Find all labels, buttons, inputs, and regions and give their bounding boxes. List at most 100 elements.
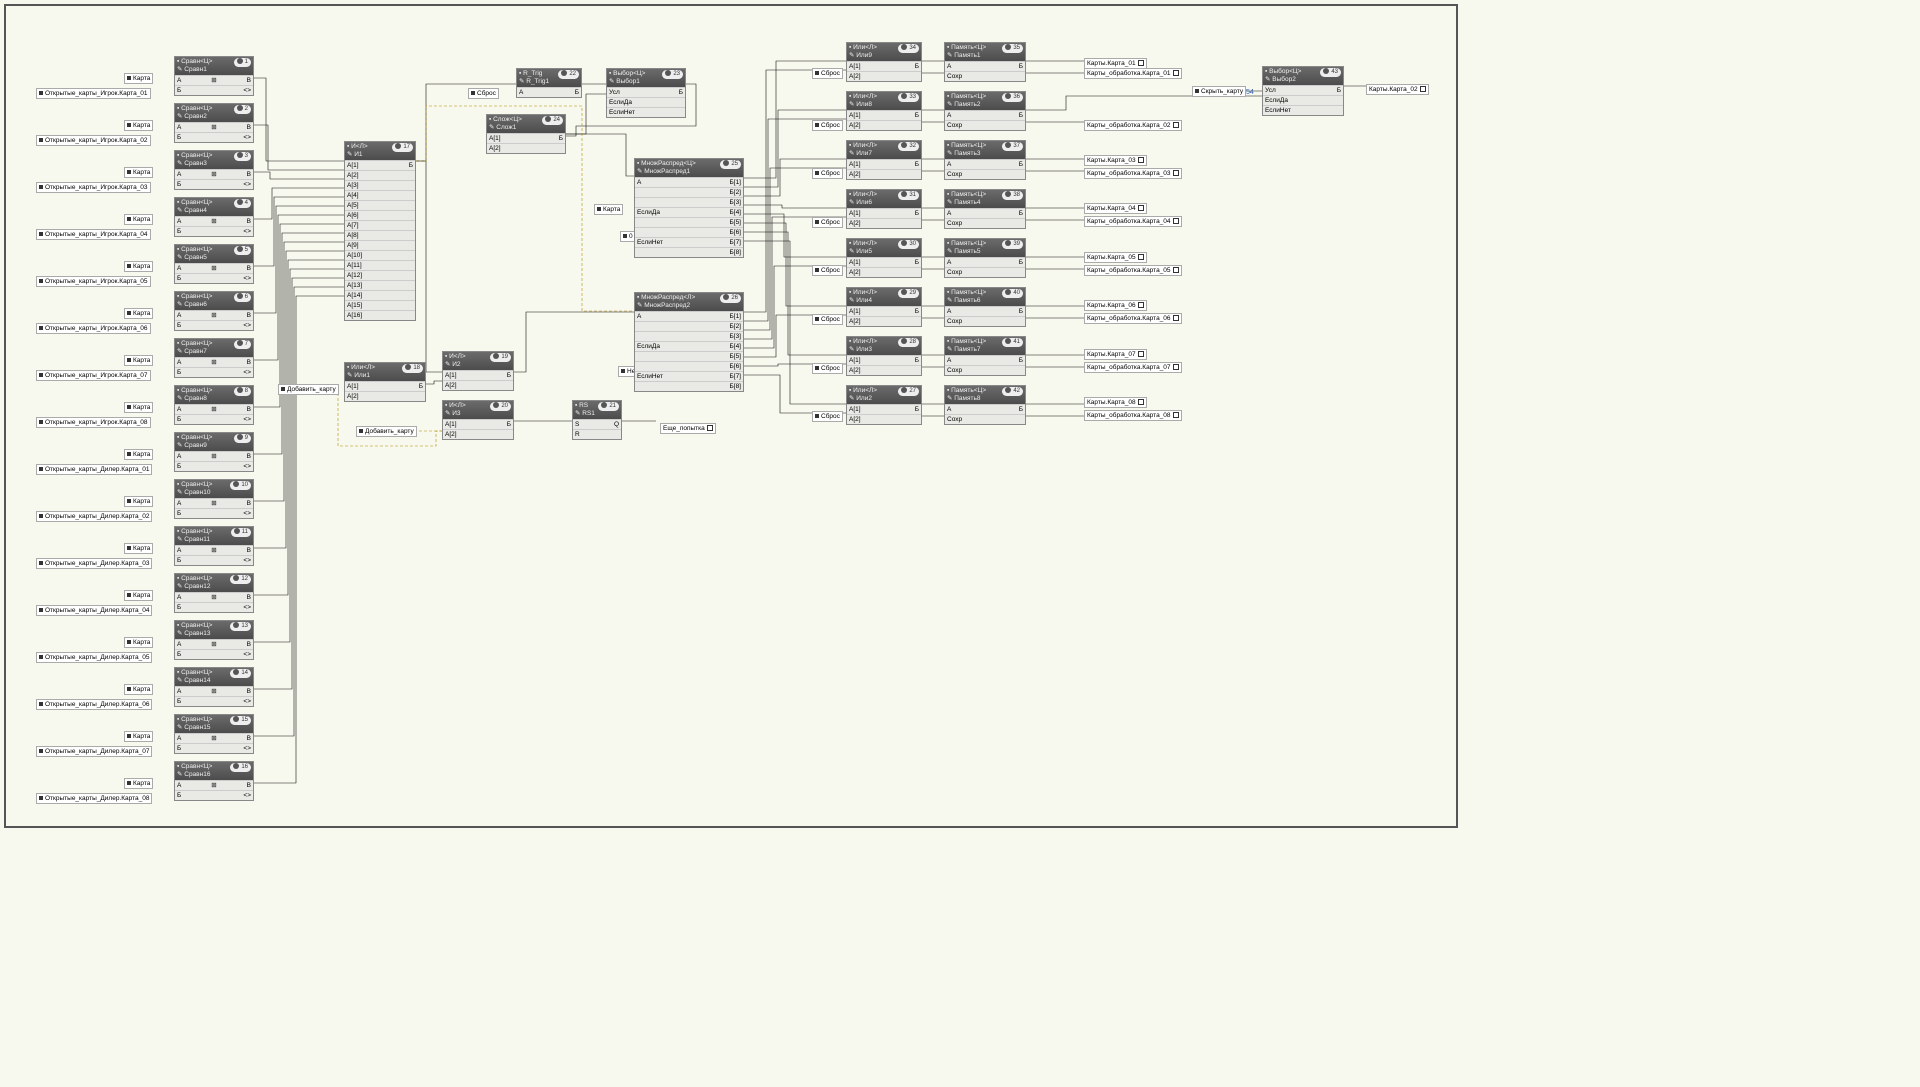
node-port-row: Б<> xyxy=(175,132,253,142)
node-Память2[interactable]: ▪ Память<Ц>✎ Память236АБСохр xyxy=(944,91,1026,131)
node-Или4[interactable]: ▪ Или<Л>✎ Или429А[1]БА[2] xyxy=(846,287,922,327)
node-port-row: А⊞В xyxy=(175,780,253,790)
node-port-row: А[13] xyxy=(345,280,415,290)
tag-t-karta7: Карта xyxy=(124,355,153,366)
node-Сравн6[interactable]: ▪ Сравн<Ц>✎ Сравн66А⊞ВБ<> xyxy=(174,291,254,331)
node-id-badge: 41 xyxy=(1002,338,1023,347)
node-Память5[interactable]: ▪ Память<Ц>✎ Память539АБСохр xyxy=(944,238,1026,278)
tag-t-okd3: Открытые_карты_Дилер.Карта_03 xyxy=(36,558,152,569)
tag-t-karta12: Карта xyxy=(124,590,153,601)
node-id-badge: 29 xyxy=(898,289,919,298)
node-RS1[interactable]: ▪ RS✎ RS121SQR xyxy=(572,400,622,440)
tag-t-ok4: Открытые_карты_Игрок.Карта_04 xyxy=(36,229,151,240)
node-Сравн5[interactable]: ▪ Сравн<Ц>✎ Сравн55А⊞ВБ<> xyxy=(174,244,254,284)
node-id-badge: 14 xyxy=(230,669,251,678)
node-Слож1[interactable]: ▪ Слож<Ц>✎ Слож124А[1]БА[2] xyxy=(486,114,566,154)
node-header: ▪ Память<Ц>✎ Память337 xyxy=(945,141,1025,159)
node-port-row: Сохр xyxy=(945,316,1025,326)
node-Сравн12[interactable]: ▪ Сравн<Ц>✎ Сравн1212А⊞ВБ<> xyxy=(174,573,254,613)
node-Сравн11[interactable]: ▪ Сравн<Ц>✎ Сравн1111А⊞ВБ<> xyxy=(174,526,254,566)
node-МножРаспред1[interactable]: ▪ МножРаспред<Ц>✎ МножРаспред125АБ[1]Б[2… xyxy=(634,158,744,258)
node-Или8[interactable]: ▪ Или<Л>✎ Или833А[1]БА[2] xyxy=(846,91,922,131)
tag-t-karta16: Карта xyxy=(124,778,153,789)
tag-t-karta2: Карта xyxy=(124,120,153,131)
node-id-badge: 28 xyxy=(898,338,919,347)
node-header: ▪ Сравн<Ц>✎ Сравн1616 xyxy=(175,762,253,780)
node-Память6[interactable]: ▪ Память<Ц>✎ Память640АБСохр xyxy=(944,287,1026,327)
node-И1[interactable]: ▪ И<Л>✎ И117А[1]БА[2]А[3]А[4]А[5]А[6]А[7… xyxy=(344,141,416,321)
node-port-row: Б[2] xyxy=(635,187,743,197)
node-id-badge: 11 xyxy=(231,528,251,537)
node-id-badge: 39 xyxy=(1002,240,1023,249)
node-header: ▪ Выбор<Ц>✎ Выбор243 xyxy=(1263,67,1343,85)
node-Сравн4[interactable]: ▪ Сравн<Ц>✎ Сравн44А⊞ВБ<> xyxy=(174,197,254,237)
node-Сравн7[interactable]: ▪ Сравн<Ц>✎ Сравн77А⊞ВБ<> xyxy=(174,338,254,378)
node-Сравн3[interactable]: ▪ Сравн<Ц>✎ Сравн33А⊞ВБ<> xyxy=(174,150,254,190)
tag-t-ok1: Открытые_карты_Игрок.Карта_01 xyxy=(36,88,151,99)
node-port-row: Сохр xyxy=(945,169,1025,179)
node-id-badge: 19 xyxy=(490,353,511,362)
tag-t-okd7: Открытые_карты_Дилер.Карта_07 xyxy=(36,746,152,757)
node-port-row: Сохр xyxy=(945,218,1025,228)
node-port-row: А[2] xyxy=(443,429,513,439)
node-Сравн14[interactable]: ▪ Сравн<Ц>✎ Сравн1414А⊞ВБ<> xyxy=(174,667,254,707)
node-header: ▪ RS✎ RS121 xyxy=(573,401,621,419)
node-port-row: А[1]Б xyxy=(443,370,513,380)
tag-t-karta-mr: Карта xyxy=(594,204,623,215)
node-И2[interactable]: ▪ И<Л>✎ И219А[1]БА[2] xyxy=(442,351,514,391)
node-id-badge: 16 xyxy=(230,763,251,772)
node-id-badge: 9 xyxy=(234,434,251,443)
tag-t-ko03: Карты_обработка.Карта_03 xyxy=(1084,168,1182,179)
node-Сравн2[interactable]: ▪ Сравн<Ц>✎ Сравн22А⊞ВБ<> xyxy=(174,103,254,143)
node-Сравн1[interactable]: ▪ Сравн<Ц>✎ Сравн11А⊞ВБ<> xyxy=(174,56,254,96)
node-Или2[interactable]: ▪ Или<Л>✎ Или227А[1]БА[2] xyxy=(846,385,922,425)
node-port-row: R xyxy=(573,429,621,439)
tag-t-dobkart2: Добавить_карту xyxy=(356,426,417,437)
node-port-row: А[1]Б xyxy=(847,61,921,71)
node-id-badge: 42 xyxy=(1002,387,1023,396)
node-Или1[interactable]: ▪ Или<Л>✎ Или118А[1]БА[2] xyxy=(344,362,426,402)
node-И3[interactable]: ▪ И<Л>✎ И320А[1]БА[2] xyxy=(442,400,514,440)
node-header: ▪ Или<Л>✎ Или732 xyxy=(847,141,921,159)
node-Или6[interactable]: ▪ Или<Л>✎ Или631А[1]БА[2] xyxy=(846,189,922,229)
tag-t-okd4: Открытые_карты_Дилер.Карта_04 xyxy=(36,605,152,616)
node-port-row: А[1]Б xyxy=(345,160,415,170)
node-port-row: А⊞В xyxy=(175,216,253,226)
tag-t-okd2: Открытые_карты_Дилер.Карта_02 xyxy=(36,511,152,522)
node-port-row: А⊞В xyxy=(175,404,253,414)
tag-t-karta10: Карта xyxy=(124,496,153,507)
node-Сравн15[interactable]: ▪ Сравн<Ц>✎ Сравн1515А⊞ВБ<> xyxy=(174,714,254,754)
node-port-row: А[2] xyxy=(487,143,565,153)
node-Память3[interactable]: ▪ Память<Ц>✎ Память337АБСохр xyxy=(944,140,1026,180)
node-Или3[interactable]: ▪ Или<Л>✎ Или328А[1]БА[2] xyxy=(846,336,922,376)
node-R_Trig1[interactable]: ▪ R_Trig✎ R_Trig122АБ xyxy=(516,68,582,98)
node-port-row: А[5] xyxy=(345,200,415,210)
node-Или7[interactable]: ▪ Или<Л>✎ Или732А[1]БА[2] xyxy=(846,140,922,180)
node-header: ▪ Память<Ц>✎ Память741 xyxy=(945,337,1025,355)
node-Выбор2[interactable]: ▪ Выбор<Ц>✎ Выбор243УслБЕслиДаЕслиНет xyxy=(1262,66,1344,116)
node-header: ▪ Или<Л>✎ Или328 xyxy=(847,337,921,355)
node-id-badge: 40 xyxy=(1002,289,1023,298)
node-Память1[interactable]: ▪ Память<Ц>✎ Память135АБСохр xyxy=(944,42,1026,82)
node-Сравн13[interactable]: ▪ Сравн<Ц>✎ Сравн1313А⊞ВБ<> xyxy=(174,620,254,660)
node-Сравн8[interactable]: ▪ Сравн<Ц>✎ Сравн88А⊞ВБ<> xyxy=(174,385,254,425)
node-port-row: Б<> xyxy=(175,273,253,283)
node-Сравн9[interactable]: ▪ Сравн<Ц>✎ Сравн99А⊞ВБ<> xyxy=(174,432,254,472)
node-id-badge: 13 xyxy=(230,622,251,631)
node-id-badge: 8 xyxy=(234,387,251,396)
node-Сравн16[interactable]: ▪ Сравн<Ц>✎ Сравн1616А⊞ВБ<> xyxy=(174,761,254,801)
node-Или9[interactable]: ▪ Или<Л>✎ Или934А[1]БА[2] xyxy=(846,42,922,82)
label-54: 54 xyxy=(1246,89,1254,96)
node-МножРаспред2[interactable]: ▪ МножРаспред<Л>✎ МножРаспред226АБ[1]Б[2… xyxy=(634,292,744,392)
node-Память8[interactable]: ▪ Память<Ц>✎ Память842АБСохр xyxy=(944,385,1026,425)
node-id-badge: 26 xyxy=(720,294,741,303)
node-Сравн10[interactable]: ▪ Сравн<Ц>✎ Сравн1010А⊞ВБ<> xyxy=(174,479,254,519)
node-port-row: А⊞В xyxy=(175,357,253,367)
node-Память4[interactable]: ▪ Память<Ц>✎ Память438АБСохр xyxy=(944,189,1026,229)
node-port-row: Сохр xyxy=(945,71,1025,81)
node-Или5[interactable]: ▪ Или<Л>✎ Или530А[1]БА[2] xyxy=(846,238,922,278)
node-Выбор1[interactable]: ▪ Выбор<Ц>✎ Выбор123УслБЕслиДаЕслиНет xyxy=(606,68,686,118)
node-Память7[interactable]: ▪ Память<Ц>✎ Память741АБСохр xyxy=(944,336,1026,376)
node-header: ▪ МножРаспред<Л>✎ МножРаспред226 xyxy=(635,293,743,311)
tag-t-ok7: Открытые_карты_Игрок.Карта_07 xyxy=(36,370,151,381)
